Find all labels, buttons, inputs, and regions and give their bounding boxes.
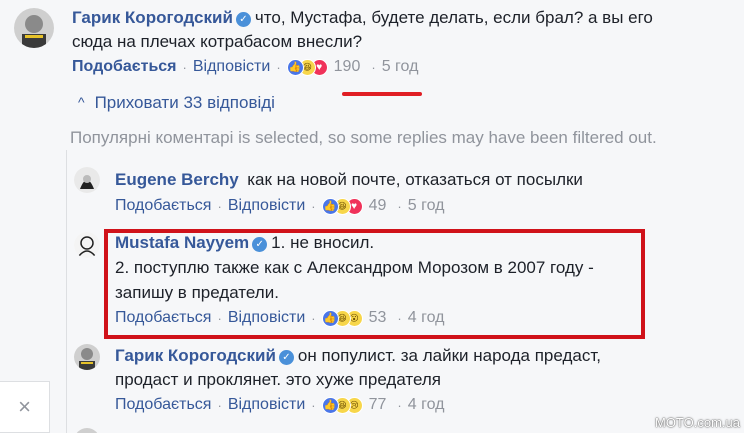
filter-notice: Популярні коментарі is selected, so some… xyxy=(70,128,657,147)
reply-link[interactable]: Відповісти xyxy=(228,197,305,215)
hide-replies-link[interactable]: ^ Приховати 33 відповіді xyxy=(78,93,275,113)
close-icon: × xyxy=(18,394,31,419)
comment-line: сюда на плечах котрабасом внесли? xyxy=(72,32,363,51)
comment-text: Гарик Корогодский ✓ что, Мустафа, будете д… xyxy=(72,8,653,28)
separator: · xyxy=(182,59,187,75)
comment-text: Гарик Корогодский ✓ он популист. за лайки … xyxy=(115,346,601,366)
comment-author[interactable]: Гарик Корогодский xyxy=(72,8,233,27)
avatar[interactable] xyxy=(74,428,100,433)
avatar[interactable] xyxy=(74,232,100,258)
reaction-count: 77 xyxy=(368,396,387,413)
close-button[interactable]: × xyxy=(0,381,50,433)
chevron-up-icon: ^ xyxy=(78,94,85,110)
comment-line: продаст и проклянет. это хуже предателя xyxy=(115,370,442,389)
verified-icon: ✓ xyxy=(278,350,294,365)
reply-link[interactable]: Відповісти xyxy=(228,396,305,414)
watermark: MOTO.com.ua xyxy=(654,415,740,430)
avatar[interactable] xyxy=(74,344,100,370)
annotation-underline xyxy=(342,92,422,96)
reaction-count: 49 xyxy=(368,197,387,214)
comment-text: Eugene Berchy как на новой почте, отказа… xyxy=(115,170,583,190)
reaction-count: 190 xyxy=(333,58,361,75)
avatar[interactable] xyxy=(14,8,54,48)
hide-replies-label: Приховати 33 відповіді xyxy=(94,93,275,112)
comment-actions: Подобається · Відповісти · 👍 😆 ♥ 190 · 5… xyxy=(72,58,418,76)
like-link[interactable]: Подобається xyxy=(72,58,177,76)
separator: · xyxy=(397,397,402,413)
avatar[interactable] xyxy=(74,167,100,193)
comment-line: он популист. за лайки народа предаст, xyxy=(297,346,601,365)
reactions-summary[interactable]: 👍 😆 ♥ 49 xyxy=(321,197,387,215)
verified-icon: ✓ xyxy=(235,12,251,27)
comment-line: что, Мустафа, будете делать, если брал? … xyxy=(254,8,653,27)
separator: · xyxy=(397,198,402,214)
like-link[interactable]: Подобається xyxy=(115,197,211,215)
timestamp[interactable]: 5 год xyxy=(408,197,445,215)
comment-actions: Подобається · Відповісти · 👍 😆 ♥ 49 · 5 … xyxy=(115,197,444,215)
separator: · xyxy=(311,198,316,214)
separator: · xyxy=(276,59,281,75)
timestamp[interactable]: 4 год xyxy=(408,396,445,414)
thread-line xyxy=(66,150,67,433)
reply-link[interactable]: Відповісти xyxy=(193,58,270,76)
like-link[interactable]: Подобається xyxy=(115,396,211,414)
separator: · xyxy=(217,397,222,413)
reactions-summary[interactable]: 👍 😆 ♥ 190 xyxy=(286,58,361,76)
separator: · xyxy=(217,198,222,214)
comment-author[interactable]: Гарик Корогодский xyxy=(115,346,276,365)
like-reaction-icon: 👍 xyxy=(321,396,339,414)
annotation-highlight-box xyxy=(104,229,645,339)
comment-actions: Подобається · Відповісти · 👍 😆 😢 77 · 4 … xyxy=(115,396,444,414)
separator: · xyxy=(311,397,316,413)
comment-line: как на новой почте, отказаться от посылк… xyxy=(247,170,583,189)
like-reaction-icon: 👍 xyxy=(286,58,304,76)
comment-author[interactable]: Eugene Berchy xyxy=(115,170,239,189)
like-reaction-icon: 👍 xyxy=(321,197,339,215)
like-reaction-icon: 👍 xyxy=(321,309,339,327)
reactions-summary[interactable]: 👍 😆 😢 77 xyxy=(321,396,387,414)
separator: · xyxy=(371,59,376,75)
timestamp[interactable]: 5 год xyxy=(382,58,419,76)
